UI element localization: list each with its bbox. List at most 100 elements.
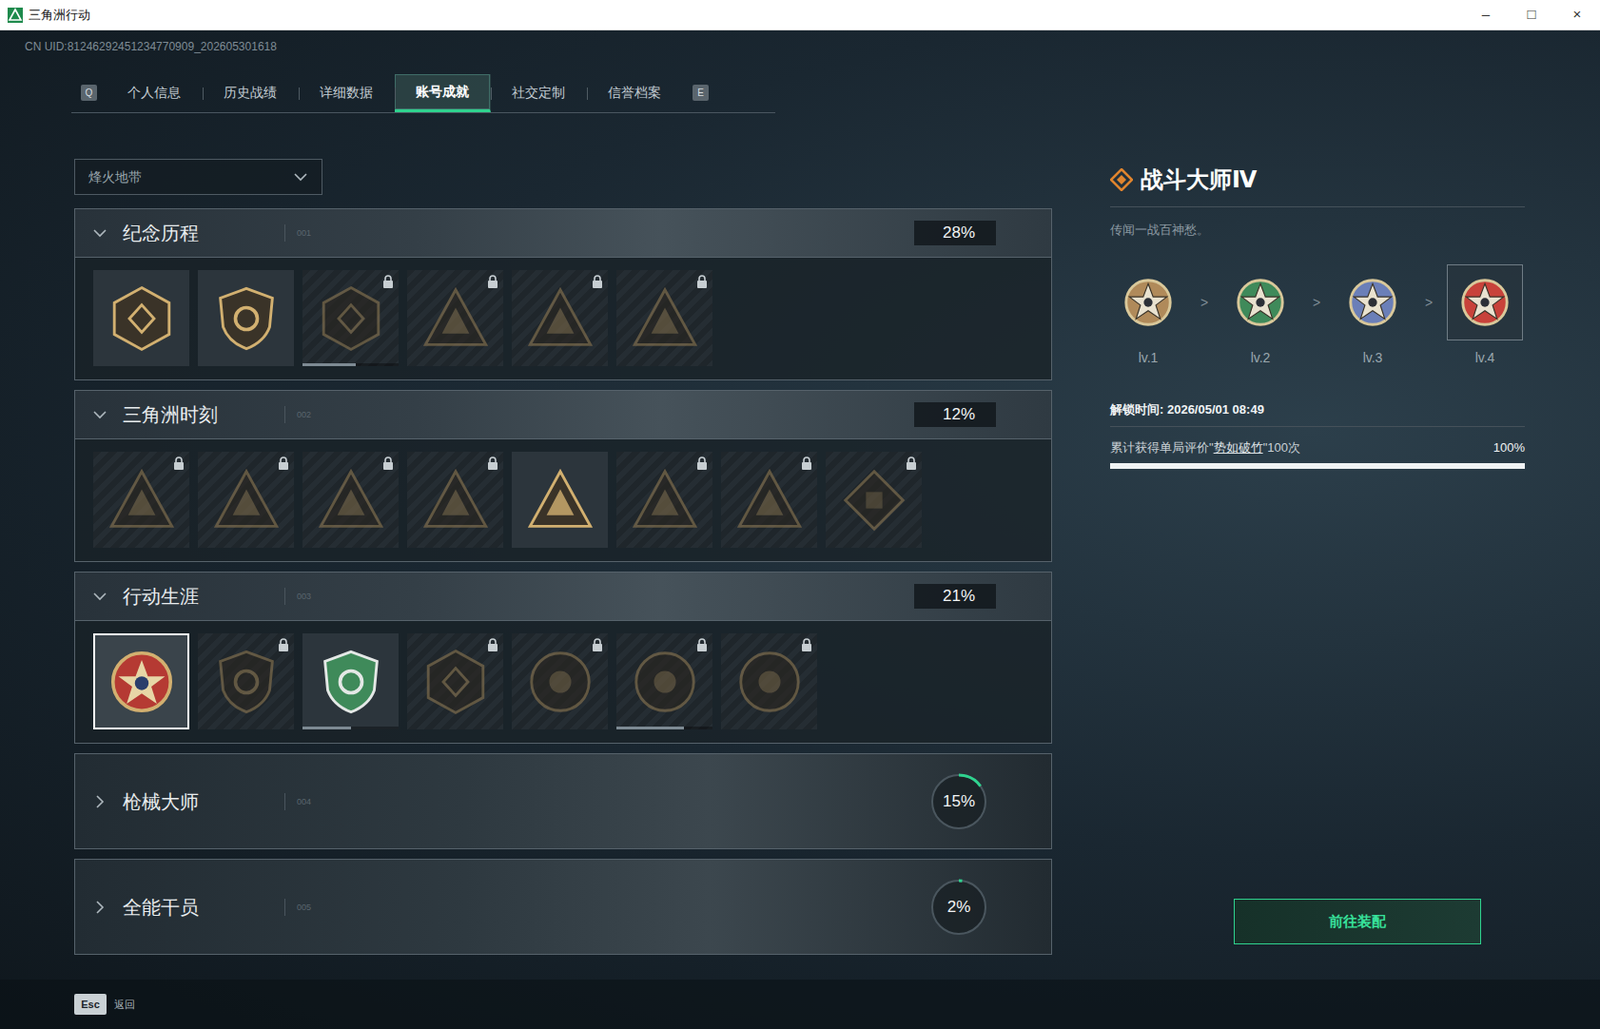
mode-select[interactable]: 烽火地带 bbox=[74, 158, 323, 196]
badge-tile[interactable] bbox=[616, 451, 713, 548]
badge-tile[interactable] bbox=[93, 270, 190, 367]
achievement-section: 行动生涯00321% bbox=[74, 571, 1053, 744]
level-label: lv.1 bbox=[1138, 348, 1159, 369]
progress-ring: 2% bbox=[929, 878, 989, 937]
footer-bar: Esc 返回 bbox=[0, 979, 1600, 1029]
badge-progress-fill bbox=[302, 726, 352, 730]
badge-tile[interactable] bbox=[407, 633, 504, 730]
badge-tile[interactable] bbox=[93, 451, 190, 548]
tab[interactable]: 账号成就 bbox=[394, 74, 491, 113]
window-control[interactable]: – bbox=[1463, 0, 1509, 31]
section-title: 枪械大师 bbox=[122, 787, 285, 817]
equip-button[interactable]: 前往装配 bbox=[1233, 898, 1482, 945]
badge-emblem-icon bbox=[316, 647, 386, 717]
section-header[interactable]: 纪念历程00128% bbox=[75, 209, 1052, 257]
badge-progress-fill bbox=[616, 726, 684, 730]
badge-tile[interactable] bbox=[93, 633, 190, 730]
requirement-highlight[interactable]: 势如破竹 bbox=[1213, 438, 1264, 458]
level-frame bbox=[1334, 264, 1411, 341]
section-header[interactable]: 枪械大师00415% bbox=[75, 754, 1052, 849]
section-header[interactable]: 全能干员0052% bbox=[75, 859, 1052, 955]
lock-icon bbox=[696, 638, 708, 652]
requirement-progress bbox=[1110, 463, 1525, 469]
badge-tile[interactable] bbox=[616, 270, 713, 367]
back-label[interactable]: 返回 bbox=[114, 996, 136, 1014]
lock-icon bbox=[591, 274, 604, 289]
medal-icon bbox=[1457, 274, 1513, 331]
lock-icon bbox=[696, 456, 708, 470]
window-control[interactable]: × bbox=[1554, 0, 1600, 31]
badge-tile[interactable] bbox=[302, 633, 399, 730]
badge-emblem-icon bbox=[839, 466, 909, 535]
level-separator: > bbox=[1186, 292, 1223, 313]
badge-emblem-icon bbox=[107, 284, 176, 353]
badge-tile[interactable] bbox=[407, 270, 504, 367]
section-percent: 28% bbox=[914, 220, 996, 246]
badge-tile[interactable] bbox=[197, 270, 294, 367]
lock-icon bbox=[591, 638, 604, 652]
achievement-list: 烽火地带纪念历程00128%三角洲时刻00212%行动生涯00321%枪械大师0… bbox=[74, 158, 1053, 965]
badge-tile[interactable] bbox=[825, 451, 922, 548]
badge-emblem-icon bbox=[421, 284, 490, 353]
badge-emblem-icon bbox=[526, 284, 595, 353]
level-frame bbox=[1222, 264, 1299, 341]
level-item[interactable]: lv.3 bbox=[1334, 264, 1411, 369]
level-separator: > bbox=[1298, 292, 1335, 313]
achievement-section: 纪念历程00128% bbox=[74, 208, 1053, 381]
badge-emblem-icon bbox=[316, 284, 386, 353]
chevron-icon bbox=[92, 588, 108, 605]
badge-tile[interactable] bbox=[721, 633, 818, 730]
level-label: lv.4 bbox=[1475, 348, 1496, 369]
section-title: 全能干员 bbox=[122, 893, 285, 922]
badge-progress bbox=[302, 726, 399, 730]
section-code: 001 bbox=[284, 224, 312, 242]
badge-tile[interactable] bbox=[511, 633, 608, 730]
badge-tile[interactable] bbox=[407, 451, 504, 548]
section-title: 行动生涯 bbox=[122, 582, 285, 611]
badge-progress-fill bbox=[302, 363, 356, 367]
progress-ring: 15% bbox=[929, 772, 989, 832]
tab[interactable]: 详细数据 bbox=[298, 74, 395, 113]
level-item[interactable]: lv.4 bbox=[1446, 264, 1523, 369]
badge-emblem-icon bbox=[526, 647, 595, 717]
tab[interactable]: 历史战绩 bbox=[202, 74, 299, 113]
detail-header: 战斗大师Ⅳ bbox=[1110, 162, 1525, 208]
badge-emblem-icon bbox=[735, 466, 804, 535]
badge-emblem-icon bbox=[630, 647, 700, 717]
section-code: 002 bbox=[284, 406, 312, 424]
tab[interactable]: 信誉档案 bbox=[586, 74, 683, 113]
game-area: CN UID:81246292451234770909_202605301618… bbox=[0, 30, 1600, 1029]
level-item[interactable]: lv.1 bbox=[1110, 264, 1187, 369]
badge-tile[interactable] bbox=[197, 633, 294, 730]
badge-row bbox=[75, 438, 1052, 562]
tab[interactable]: 社交定制 bbox=[490, 74, 587, 113]
badge-tile[interactable] bbox=[302, 451, 399, 548]
badge-emblem-icon bbox=[630, 466, 700, 535]
level-item[interactable]: lv.2 bbox=[1222, 264, 1299, 369]
badge-tile[interactable] bbox=[197, 451, 294, 548]
requirement-progress-fill bbox=[1110, 463, 1525, 469]
window-title: 三角洲行动 bbox=[28, 5, 91, 25]
window-control[interactable]: □ bbox=[1508, 0, 1555, 31]
badge-tile[interactable] bbox=[511, 451, 608, 548]
section-header[interactable]: 行动生涯00321% bbox=[75, 572, 1052, 621]
badge-tile[interactable] bbox=[616, 633, 713, 730]
badge-row bbox=[75, 620, 1052, 743]
badge-tile[interactable] bbox=[302, 270, 399, 367]
requirement-suffix: "100次 bbox=[1263, 438, 1301, 458]
tab[interactable]: 个人信息 bbox=[106, 74, 203, 113]
section-title: 三角洲时刻 bbox=[122, 400, 285, 430]
requirement-percent: 100% bbox=[1493, 438, 1525, 458]
section-percent: 21% bbox=[914, 584, 996, 609]
medal-icon bbox=[1345, 274, 1401, 331]
content-row: 烽火地带纪念历程00128%三角洲时刻00212%行动生涯00321%枪械大师0… bbox=[0, 158, 1600, 965]
badge-tile[interactable] bbox=[511, 270, 608, 367]
lock-icon bbox=[382, 456, 394, 470]
dropdown-chevron-icon bbox=[292, 169, 309, 185]
section-header[interactable]: 三角洲时刻00212% bbox=[75, 390, 1052, 439]
lock-icon bbox=[487, 274, 499, 289]
achievement-section: 全能干员0052% bbox=[74, 858, 1053, 956]
esc-key[interactable]: Esc bbox=[74, 994, 107, 1015]
badge-tile[interactable] bbox=[721, 451, 818, 548]
requirement-row: 累计获得单局评价"势如破竹"100次100% bbox=[1110, 438, 1525, 458]
